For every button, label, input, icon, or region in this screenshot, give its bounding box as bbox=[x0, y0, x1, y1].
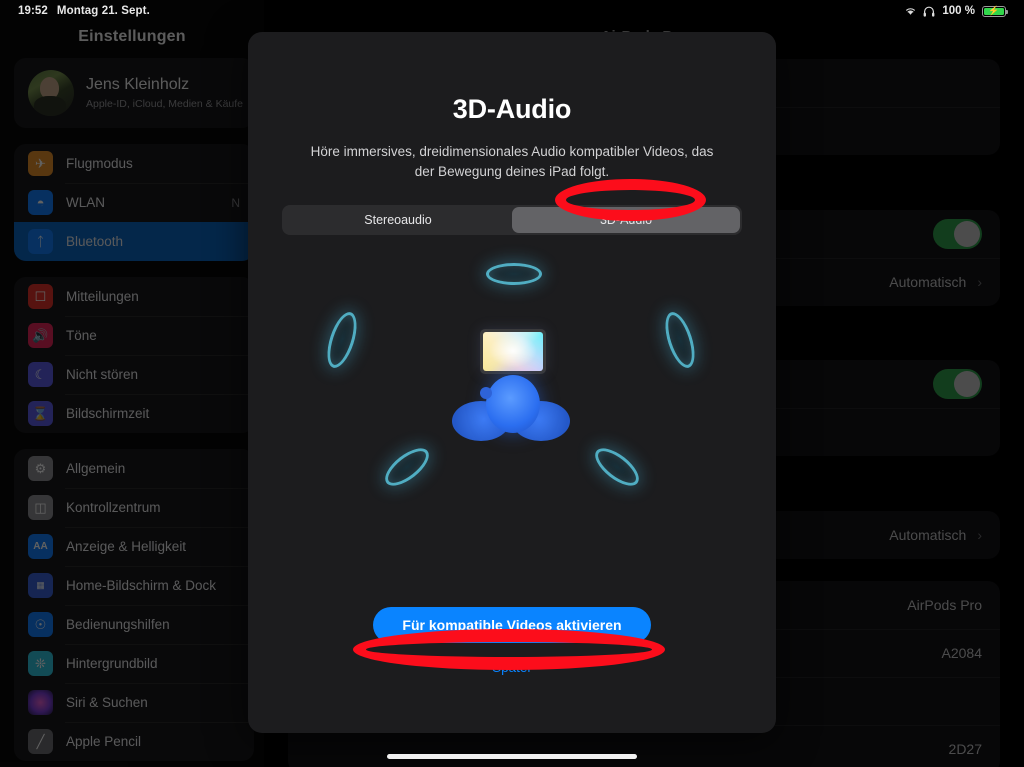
sidebar-item-label: Bildschirmzeit bbox=[66, 406, 150, 421]
toggle-switch-on[interactable] bbox=[933, 369, 982, 400]
sidebar-item-apple-id[interactable]: Jens Kleinholz Apple-ID, iCloud, Medien … bbox=[14, 58, 254, 128]
sidebar-item-value: N bbox=[231, 195, 240, 210]
siri-icon bbox=[28, 690, 53, 715]
profile-name: Jens Kleinholz bbox=[86, 75, 190, 93]
sidebar-item-label: Töne bbox=[66, 328, 97, 343]
sidebar-item-label: Nicht stören bbox=[66, 367, 139, 382]
notifications-icon: ☐ bbox=[28, 284, 53, 309]
display-aa-icon: AA bbox=[28, 534, 53, 559]
detail-row-value: Automatisch bbox=[889, 273, 967, 290]
toggle-knob bbox=[954, 220, 980, 247]
gear-icon: ⚙ bbox=[28, 456, 53, 481]
ipad-settings-screen: AirPods Pro e optimal abdichtet und die … bbox=[0, 0, 1024, 767]
annotation-ellipse-segment bbox=[555, 179, 706, 221]
sidebar-item-nicht-stoeren[interactable]: ☾ Nicht stören bbox=[14, 355, 254, 394]
sidebar-item-label: Bedienungshilfen bbox=[66, 617, 170, 632]
color-screen-icon bbox=[480, 328, 546, 374]
toggle-switch-on[interactable] bbox=[933, 218, 982, 249]
speaker-ring-bottom-left-icon bbox=[379, 441, 435, 492]
sidebar-item-kontrollzentrum[interactable]: ◫ Kontrollzentrum bbox=[14, 488, 254, 527]
detail-row-value: AirPods Pro bbox=[907, 596, 982, 613]
chevron-right-icon: › bbox=[977, 273, 982, 290]
sidebar-item-bedienungshilfen[interactable]: ☉ Bedienungshilfen bbox=[14, 605, 254, 644]
sidebar-item-label: Home-Bildschirm & Dock bbox=[66, 578, 217, 593]
sound-icon: 🔊 bbox=[28, 323, 53, 348]
sidebar-item-wlan[interactable]: ◓ WLAN N bbox=[14, 183, 254, 222]
speaker-ring-top-icon bbox=[486, 262, 542, 285]
sidebar-item-bluetooth[interactable]: ᛏ Bluetooth bbox=[14, 222, 254, 261]
speaker-ring-right-icon bbox=[659, 308, 701, 371]
modal-title: 3D-Audio bbox=[452, 94, 572, 124]
sidebar-profile-group: Jens Kleinholz Apple-ID, iCloud, Medien … bbox=[14, 58, 254, 128]
sidebar-item-bildschirmzeit[interactable]: ⌛ Bildschirmzeit bbox=[14, 394, 254, 433]
head-silhouette-icon bbox=[452, 374, 572, 445]
sidebar-item-siri-suchen[interactable]: Siri & Suchen bbox=[14, 683, 254, 722]
avatar bbox=[28, 70, 74, 116]
control-center-icon: ◫ bbox=[28, 495, 53, 520]
accessibility-icon: ☉ bbox=[28, 612, 53, 637]
page-title: Einstellungen bbox=[78, 28, 186, 45]
wifi-icon: ◓ bbox=[28, 190, 53, 215]
hourglass-icon: ⌛ bbox=[28, 401, 53, 426]
sidebar-item-hintergrundbild[interactable]: ❊ Hintergrundbild bbox=[14, 644, 254, 683]
nose-shape bbox=[480, 386, 492, 399]
sidebar-item-label: Allgemein bbox=[66, 461, 126, 476]
sidebar-item-label: Apple Pencil bbox=[66, 734, 142, 749]
sidebar-item-label: Bluetooth bbox=[66, 234, 124, 249]
speaker-ring-left-icon bbox=[321, 308, 363, 371]
sidebar-item-apple-pencil[interactable]: ╱ Apple Pencil bbox=[14, 722, 254, 761]
sidebar-item-allgemein[interactable]: ⚙ Allgemein bbox=[14, 449, 254, 488]
spatial-audio-modal: 3D-Audio Höre immersives, dreidimensiona… bbox=[248, 32, 776, 733]
home-indicator[interactable] bbox=[387, 754, 637, 759]
sidebar-item-label: Siri & Suchen bbox=[66, 695, 148, 710]
sidebar-item-toene[interactable]: 🔊 Töne bbox=[14, 316, 254, 355]
sidebar-item-anzeige-helligkeit[interactable]: AA Anzeige & Helligkeit bbox=[14, 527, 254, 566]
moon-icon: ☾ bbox=[28, 362, 53, 387]
modal-subtitle: Höre immersives, dreidimensionales Audio… bbox=[310, 144, 714, 180]
detail-row-value: 2D27 bbox=[948, 740, 982, 757]
sidebar-item-label: WLAN bbox=[66, 195, 106, 210]
sidebar-item-flugmodus[interactable]: ✈ Flugmodus bbox=[14, 144, 254, 183]
sidebar-group-notifications: ☐ Mitteilungen 🔊 Töne ☾ Nicht stören ⌛ B… bbox=[14, 277, 254, 433]
profile-subtitle: Apple-ID, iCloud, Medien & Käufe bbox=[86, 97, 244, 110]
head-shape bbox=[486, 374, 540, 433]
sidebar-group-connectivity: ✈ Flugmodus ◓ WLAN N ᛏ Bluetooth bbox=[14, 144, 254, 261]
wallpaper-icon: ❊ bbox=[28, 651, 53, 676]
detail-row-value: A2084 bbox=[941, 644, 982, 661]
toggle-knob bbox=[954, 371, 980, 398]
annotation-ellipse-primary-button bbox=[353, 629, 665, 670]
sidebar-group-system: ⚙ Allgemein ◫ Kontrollzentrum AA Anzeige… bbox=[14, 449, 254, 761]
sidebar-item-label: Kontrollzentrum bbox=[66, 500, 161, 515]
screen-gradient bbox=[483, 331, 543, 371]
settings-sidebar: Einstellungen Jens Kleinholz Apple-ID, i… bbox=[0, 0, 264, 767]
sidebar-item-label: Anzeige & Helligkeit bbox=[66, 539, 187, 554]
sidebar-item-label: Hintergrundbild bbox=[66, 656, 158, 671]
detail-row-value: Automatisch bbox=[889, 526, 967, 543]
bluetooth-icon: ᛏ bbox=[28, 229, 53, 254]
home-screen-icon: ▦ bbox=[28, 573, 53, 598]
sidebar-item-home-bildschirm-dock[interactable]: ▦ Home-Bildschirm & Dock bbox=[14, 566, 254, 605]
pencil-icon: ╱ bbox=[28, 729, 53, 754]
segment-stereoaudio[interactable]: Stereoaudio bbox=[284, 207, 512, 233]
sidebar-item-label: Mitteilungen bbox=[66, 289, 139, 304]
sidebar-item-label: Flugmodus bbox=[66, 156, 133, 171]
chevron-right-icon: › bbox=[977, 526, 982, 543]
airplane-icon: ✈ bbox=[28, 151, 53, 176]
speaker-ring-bottom-right-icon bbox=[589, 441, 645, 492]
sidebar-item-mitteilungen[interactable]: ☐ Mitteilungen bbox=[14, 277, 254, 316]
spatial-audio-illustration bbox=[302, 249, 722, 529]
